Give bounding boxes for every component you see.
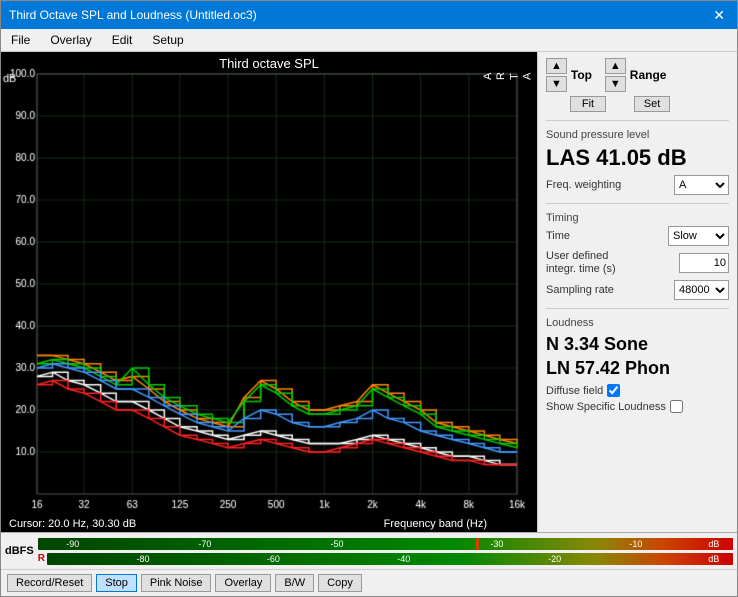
- spl-section-label: Sound pressure level: [546, 129, 729, 141]
- overlay-button[interactable]: Overlay: [215, 574, 271, 592]
- chart-canvas-wrap: ARTA Cursor: 20.0 Hz, 30.30 dB Frequency…: [1, 52, 537, 532]
- stop-button[interactable]: Stop: [96, 574, 137, 592]
- time-label: Time: [546, 230, 570, 242]
- r-label: R: [38, 553, 45, 564]
- meter-bot-svg: -80 -60 -40 -20 dB: [47, 552, 733, 566]
- sampling-rate-select[interactable]: 44100 48000 96000: [674, 280, 729, 300]
- svg-text:-90: -90: [66, 539, 79, 549]
- window-title: Third Octave SPL and Loudness (Untitled.…: [9, 8, 257, 22]
- divider-1: [546, 120, 729, 121]
- bottom-area: dBFS: [1, 532, 737, 596]
- svg-text:-70: -70: [198, 539, 211, 549]
- sampling-rate-label: Sampling rate: [546, 284, 614, 296]
- user-integr-label: User defined integr. time (s): [546, 250, 636, 276]
- menu-file[interactable]: File: [7, 31, 34, 49]
- cursor-info: Cursor: 20.0 Hz, 30.30 dB: [9, 518, 136, 530]
- diffuse-field-row: Diffuse field: [546, 384, 729, 397]
- show-specific-loudness-row: Show Specific Loudness: [546, 400, 729, 413]
- sampling-rate-row: Sampling rate 44100 48000 96000: [546, 280, 729, 300]
- meter-top-svg: -90 -70 -50 -30 -10 dB: [38, 537, 733, 551]
- user-integr-row: User defined integr. time (s): [546, 250, 729, 276]
- main-content: Third octave SPL ARTA Cursor: 20.0 Hz, 3…: [1, 52, 737, 532]
- svg-text:dB: dB: [708, 554, 719, 564]
- svg-text:-80: -80: [137, 554, 150, 564]
- record-reset-button[interactable]: Record/Reset: [7, 574, 92, 592]
- diffuse-field-checkbox[interactable]: [607, 384, 620, 397]
- show-specific-loudness-checkbox[interactable]: [670, 400, 683, 413]
- bw-button[interactable]: B/W: [275, 574, 314, 592]
- menu-overlay[interactable]: Overlay: [46, 31, 95, 49]
- menu-edit[interactable]: Edit: [108, 31, 137, 49]
- spl-chart: [1, 52, 537, 532]
- top-down-button[interactable]: ▼: [546, 76, 567, 92]
- freq-weighting-label: Freq. weighting: [546, 179, 621, 191]
- range-up-button[interactable]: ▲: [605, 58, 626, 74]
- show-specific-loudness-label: Show Specific Loudness: [546, 401, 666, 413]
- divider-2: [546, 203, 729, 204]
- svg-text:-30: -30: [490, 539, 503, 549]
- copy-button[interactable]: Copy: [318, 574, 362, 592]
- svg-text:-10: -10: [629, 539, 642, 549]
- set-button[interactable]: Set: [634, 96, 670, 112]
- range-label: Range: [630, 68, 667, 82]
- svg-text:-20: -20: [548, 554, 561, 564]
- dbfs-bar: dBFS: [1, 533, 737, 569]
- close-button[interactable]: ✕: [709, 7, 729, 24]
- svg-text:-60: -60: [267, 554, 280, 564]
- spl-value: LAS 41.05 dB: [546, 145, 729, 171]
- dbfs-label: dBFS: [5, 545, 34, 557]
- right-panel: ▲ ▼ Top ▲ ▼ Range Fit Set Sound pressure…: [537, 52, 737, 532]
- diffuse-field-label: Diffuse field: [546, 385, 603, 397]
- menu-setup[interactable]: Setup: [148, 31, 187, 49]
- top-label: Top: [571, 68, 601, 82]
- title-bar: Third Octave SPL and Loudness (Untitled.…: [1, 1, 737, 29]
- menu-bar: File Overlay Edit Setup: [1, 29, 737, 52]
- loudness-section-label: Loudness: [546, 317, 729, 329]
- freq-weighting-select[interactable]: A B C Z: [674, 175, 729, 195]
- chart-title: Third octave SPL: [1, 52, 537, 73]
- chart-area: Third octave SPL ARTA Cursor: 20.0 Hz, 3…: [1, 52, 537, 532]
- fit-button[interactable]: Fit: [570, 96, 606, 112]
- divider-3: [546, 308, 729, 309]
- top-fit-row: ▲ ▼ Top ▲ ▼ Range: [546, 58, 729, 92]
- top-up-button[interactable]: ▲: [546, 58, 567, 74]
- svg-text:-50: -50: [330, 539, 343, 549]
- time-row: Time Slow Fast Impulse: [546, 226, 729, 246]
- svg-text:dB: dB: [708, 539, 719, 549]
- time-select[interactable]: Slow Fast Impulse: [668, 226, 729, 246]
- timing-label: Timing: [546, 212, 729, 224]
- user-integr-input[interactable]: [679, 253, 729, 273]
- control-buttons: Record/Reset Stop Pink Noise Overlay B/W…: [1, 569, 737, 596]
- freq-axis-label: Frequency band (Hz): [384, 518, 487, 530]
- loudness-n-value: N 3.34 Sone LN 57.42 Phon: [546, 333, 729, 380]
- range-down-button[interactable]: ▼: [605, 76, 626, 92]
- pink-noise-button[interactable]: Pink Noise: [141, 574, 212, 592]
- main-window: Third Octave SPL and Loudness (Untitled.…: [0, 0, 738, 597]
- freq-weighting-row: Freq. weighting A B C Z: [546, 175, 729, 195]
- fit-set-row: Fit Set: [546, 96, 729, 112]
- arta-label: ARTA: [482, 72, 535, 80]
- svg-text:-40: -40: [397, 554, 410, 564]
